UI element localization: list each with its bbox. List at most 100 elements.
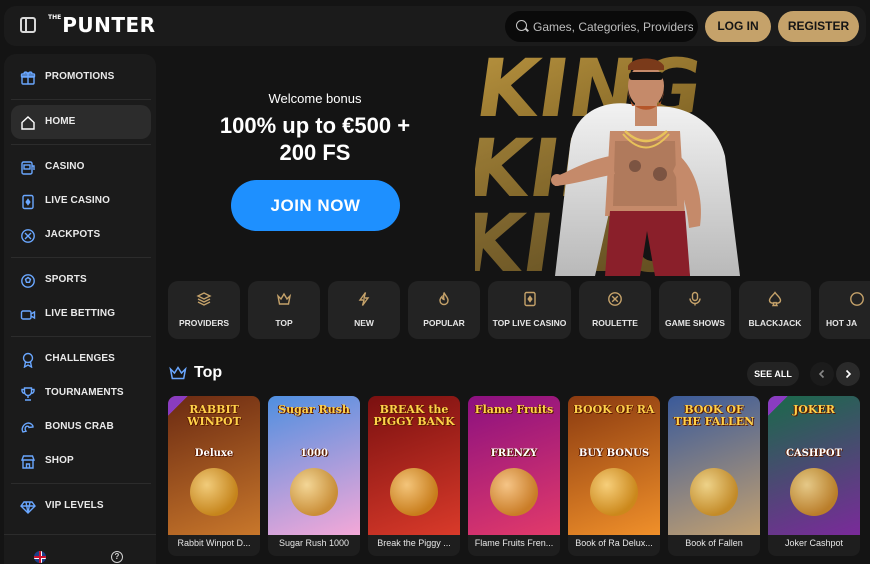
sidebar-item-challenges[interactable]: CHALLENGES [11,342,151,376]
crown-icon [169,366,187,380]
site-logo[interactable]: THEPUNTER [48,13,156,37]
game-card[interactable]: RABBIT WINPOT Deluxe Rabbit Winpot D... [168,396,260,556]
exclusive-badge-icon [168,396,188,416]
game-thumbnail: Flame Fruits FRENZY [468,396,560,535]
category-new[interactable]: NEW [328,281,400,339]
sidebar-item-label: HOME [45,116,76,127]
hero-subtitle: Welcome bonus [268,91,362,106]
hero-title-line1: 100% up to €500 + [219,113,411,138]
divider [11,99,151,100]
home-icon [20,115,36,131]
sidebar-item-label: CASINO [45,161,85,172]
sidebar: PROMOTIONS HOME CASINO LIVE CASINO JACKP… [4,54,156,564]
sidebar-item-label: PROMOTIONS [45,71,115,82]
hero-king-artwork: KING KING KING [475,46,740,276]
sidebar-item-label: BONUS CRAB [45,421,114,432]
scroll-right-button[interactable] [836,362,860,386]
sidebar-item-tournaments[interactable]: TOURNAMENTS [11,376,151,410]
scroll-left-button[interactable] [810,362,834,386]
category-strip: PROVIDERS TOP NEW POPULAR TOP LIVE CASIN… [168,281,870,339]
game-thumbnail: BOOK OF THE FALLEN [668,396,760,535]
game-art-shape [690,468,738,516]
flame-icon [436,291,452,307]
game-art-title: Sugar Rush [278,403,350,416]
game-thumbnail: RABBIT WINPOT Deluxe [168,396,260,535]
game-name: Joker Cashpot [784,538,844,548]
category-popular[interactable]: POPULAR [408,281,480,339]
divider [11,336,151,337]
sidebar-item-live-betting[interactable]: LIVE BETTING [11,297,151,331]
game-thumbnail: BREAK the PIGGY BANK [368,396,460,535]
game-name: Break the Piggy ... [377,538,451,548]
category-label: POPULAR [423,318,465,328]
sidebar-item-sports[interactable]: SPORTS [11,263,151,297]
game-card[interactable]: BOOK OF THE FALLEN Book of Fallen [668,396,760,556]
game-art-shape [190,468,238,516]
game-art-subtitle: CASHPOT [785,448,843,459]
sidebar-toggle-icon[interactable] [20,17,36,33]
game-card[interactable]: Flame Fruits FRENZY Flame Fruits Fren... [468,396,560,556]
crown-icon [276,291,292,307]
sidebar-item-label: VIP LEVELS [45,500,104,511]
game-art-title: BREAK the PIGGY BANK [373,403,455,428]
game-card[interactable]: Sugar Rush 1000 Sugar Rush 1000 [268,396,360,556]
category-label: TOP [275,318,293,328]
sidebar-footer: ? [4,534,156,564]
section-title: Top [194,364,223,381]
card-icon [20,194,36,210]
game-art-title: BOOK OF THE FALLEN [673,403,755,428]
sidebar-item-promotions[interactable]: PROMOTIONS [11,60,151,94]
game-name: Book of Ra Delux... [575,538,653,548]
game-art-shape [590,468,638,516]
sidebar-item-label: LIVE BETTING [45,308,116,319]
search-box[interactable] [505,11,698,42]
sidebar-item-shop[interactable]: SHOP [11,444,151,478]
register-button[interactable]: REGISTER [778,11,859,42]
category-label: NEW [354,318,374,328]
game-card[interactable]: JOKER CASHPOT Joker Cashpot [768,396,860,556]
sidebar-item-label: SPORTS [45,274,87,285]
category-top-live-casino[interactable]: TOP LIVE CASINO [488,281,571,339]
logo-text: PUNTER [62,13,156,37]
category-hot-jackpots[interactable]: HOT JA [819,281,870,339]
sidebar-item-bonus-crab[interactable]: BONUS CRAB [11,410,151,444]
uk-flag-icon[interactable] [34,551,46,563]
game-art-title: BOOK OF RA [573,403,655,416]
sidebar-item-home[interactable]: HOME [11,105,151,139]
exclusive-badge-icon [768,396,788,416]
join-now-button[interactable]: JOIN NOW [231,180,400,231]
sidebar-item-jackpots[interactable]: JACKPOTS [11,218,151,252]
sidebar-item-label: TOURNAMENTS [45,387,124,398]
category-blackjack[interactable]: BLACKJACK [739,281,811,339]
category-providers[interactable]: PROVIDERS [168,281,240,339]
category-roulette[interactable]: ROULETTE [579,281,651,339]
slot-machine-icon [20,160,36,176]
game-thumbnail: Sugar Rush 1000 [268,396,360,535]
video-icon [20,307,36,323]
sidebar-item-label: LIVE CASINO [45,195,110,206]
chevron-left-icon [818,369,825,379]
category-label: PROVIDERS [178,318,230,328]
sidebar-item-casino[interactable]: CASINO [11,150,151,184]
game-art-shape [790,468,838,516]
category-game-shows[interactable]: GAME SHOWS [659,281,731,339]
help-icon[interactable]: ? [111,551,123,563]
chip-icon [849,291,865,307]
login-button[interactable]: LOG IN [705,11,771,42]
search-input[interactable] [533,11,693,42]
medal-icon [20,352,36,368]
sidebar-item-vip-levels[interactable]: VIP LEVELS [11,489,151,523]
sidebar-item-label: SHOP [45,455,74,466]
chip-icon [20,228,36,244]
game-name: Flame Fruits Fren... [474,538,554,548]
game-card[interactable]: BREAK the PIGGY BANK Break the Piggy ... [368,396,460,556]
game-art-shape [290,468,338,516]
see-all-button[interactable]: SEE ALL [747,362,799,386]
layers-icon [196,291,212,307]
category-top[interactable]: TOP [248,281,320,339]
game-card[interactable]: BOOK OF RA BUY BONUS Book of Ra Delux... [568,396,660,556]
game-art-title: Flame Fruits [474,403,554,416]
search-icon [516,20,527,31]
game-name: Rabbit Winpot D... [177,538,251,548]
sidebar-item-live-casino[interactable]: LIVE CASINO [11,184,151,218]
